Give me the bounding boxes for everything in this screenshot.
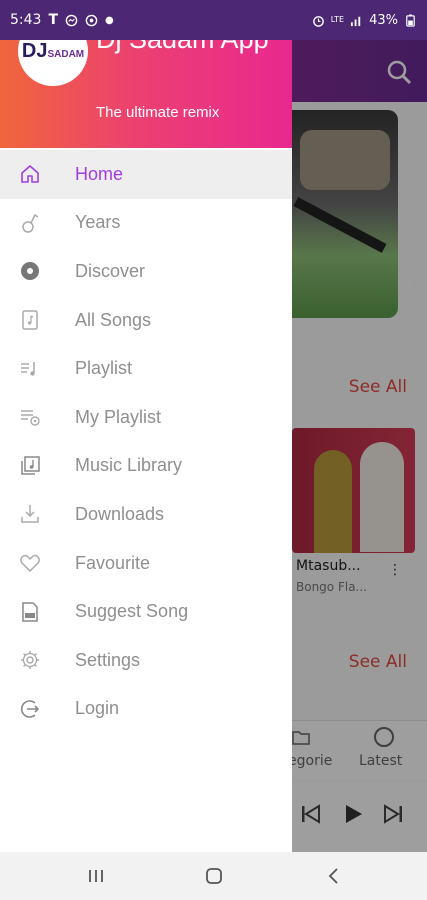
menu-label-login: Login (75, 698, 120, 719)
menu-item-all-songs[interactable]: All Songs (0, 296, 292, 345)
battery-icon (406, 13, 415, 27)
discover-icon (21, 262, 39, 281)
menu-item-downloads[interactable]: Downloads (0, 490, 292, 539)
app-title: Dj Sadam App (96, 40, 286, 56)
menu-item-years[interactable]: Years (0, 199, 292, 248)
whatsapp-icon (85, 14, 98, 26)
home-icon (21, 165, 39, 184)
menu-label-discover: Discover (75, 260, 146, 281)
suggest-song-icon (22, 601, 38, 622)
downloads-icon (21, 505, 39, 524)
recent-apps-icon[interactable] (84, 864, 108, 888)
menu-item-favourite[interactable]: Favourite (0, 539, 292, 588)
dot-icon: ● (105, 14, 114, 26)
gear-icon (21, 651, 39, 670)
menu-label-settings: Settings (75, 649, 141, 670)
drawer-header: DJSADAM Dj Sadam App The ultimate remix (0, 40, 292, 148)
menu-item-music-library[interactable]: Music Library (0, 442, 292, 491)
menu-label-years: Years (75, 212, 121, 233)
menu-item-discover[interactable]: Discover (0, 247, 292, 296)
menu-label-favourite: Favourite (75, 552, 151, 573)
menu-label-playlist: Playlist (75, 358, 133, 379)
menu-label-suggest-song: Suggest Song (75, 601, 189, 622)
menu-item-home[interactable]: Home (0, 150, 292, 199)
menu-label-downloads: Downloads (75, 503, 165, 524)
all-songs-icon (22, 310, 38, 330)
navigation-drawer: DJSADAM Dj Sadam App The ultimate remix … (0, 40, 292, 852)
menu-item-settings[interactable]: Settings (0, 636, 292, 685)
status-time: 5:43 (10, 12, 42, 28)
menu-item-playlist[interactable]: Playlist (0, 344, 292, 393)
years-icon (22, 213, 39, 233)
drawer-menu: Home Years Discover All Songs Playlist M… (0, 150, 292, 733)
home-button-icon[interactable] (202, 864, 226, 888)
menu-item-suggest-song[interactable]: Suggest Song (0, 587, 292, 636)
signal-icon (351, 16, 361, 26)
status-bar: 5:43 T ● LTE 43% (0, 0, 427, 40)
battery-percent: 43% (369, 12, 398, 28)
menu-item-login[interactable]: Login (0, 685, 292, 734)
menu-label-home: Home (75, 163, 124, 184)
system-nav-bar (0, 852, 427, 900)
app-tagline: The ultimate remix (96, 104, 220, 121)
menu-item-my-playlist[interactable]: My Playlist (0, 393, 292, 442)
lte-icon: LTE (330, 15, 345, 24)
back-icon[interactable] (322, 864, 346, 888)
menu-label-all-songs: All Songs (75, 309, 152, 330)
t-mobile-icon: T (48, 12, 59, 28)
menu-label-music-library: Music Library (75, 455, 183, 476)
my-playlist-icon (21, 410, 40, 426)
app-logo: DJSADAM (18, 40, 88, 86)
logo-text: DJ (21, 40, 48, 62)
logo-subtext: SADAM (47, 48, 85, 60)
heart-icon (20, 554, 40, 572)
messenger-icon (65, 14, 78, 26)
music-library-icon (21, 456, 40, 475)
playlist-icon (21, 361, 35, 376)
alarm-icon (312, 15, 324, 27)
menu-label-my-playlist: My Playlist (75, 406, 162, 427)
login-icon (20, 700, 40, 718)
